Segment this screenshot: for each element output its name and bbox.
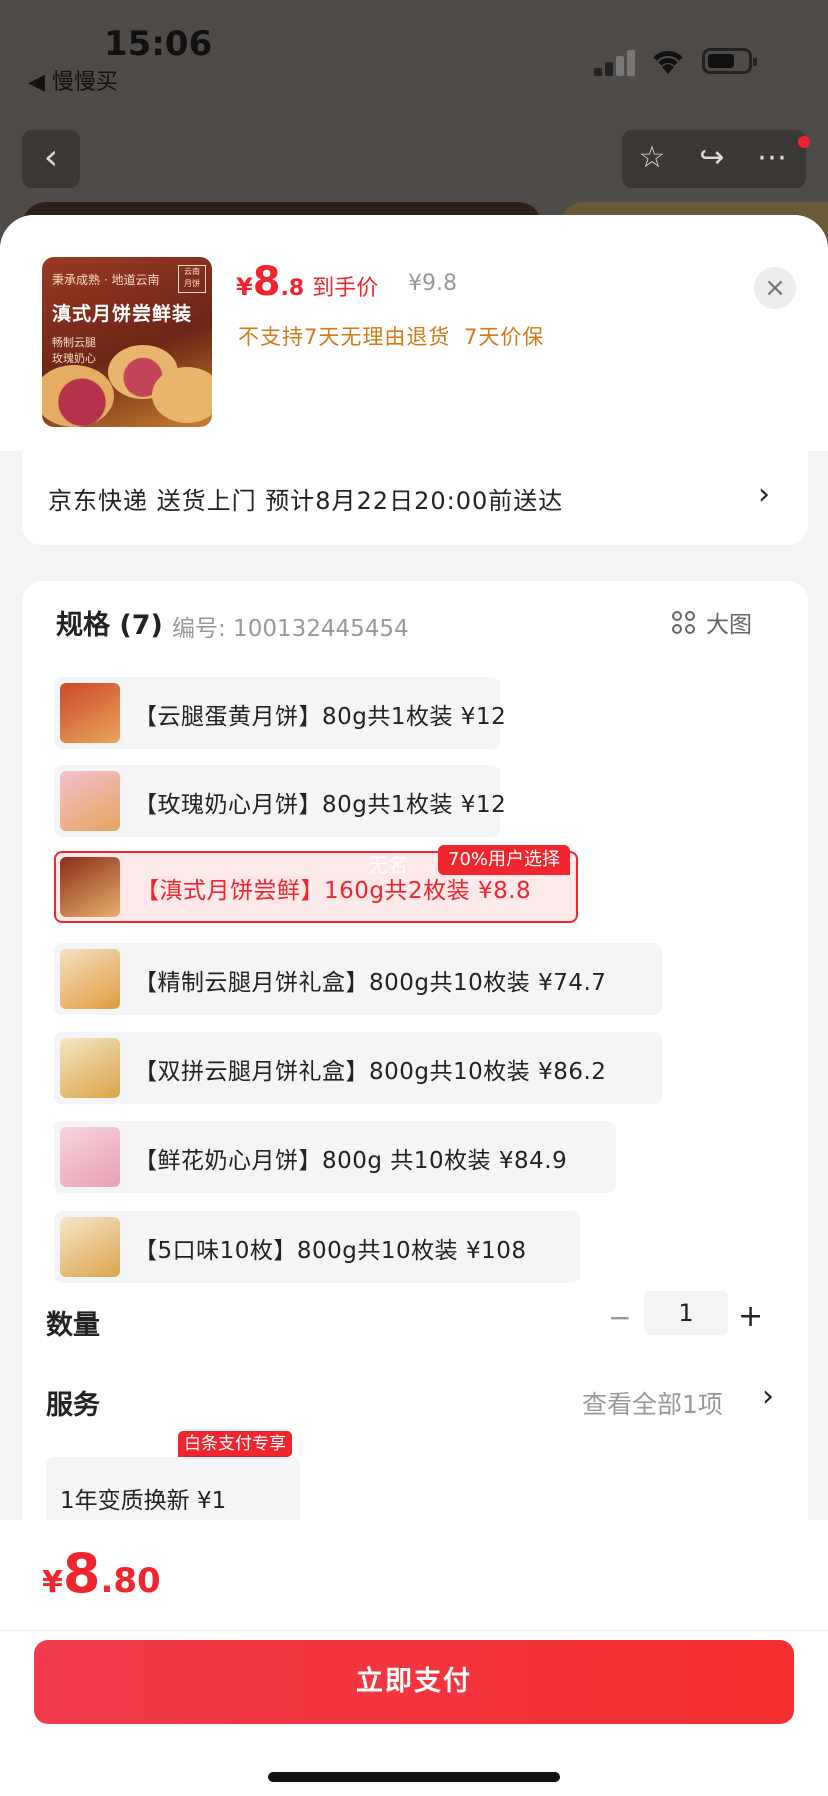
option-thumbnail	[60, 1217, 120, 1277]
divider	[0, 1630, 828, 1631]
final-price: ¥8.8 到手价	[236, 259, 378, 305]
star-icon[interactable]: ☆	[632, 138, 672, 178]
thumb-subtitle: 畅制云腿 玫瑰奶心	[52, 336, 96, 365]
spec-option[interactable]: 【双拼云腿月饼礼盒】800g共10枚装 ¥86.2	[54, 1032, 662, 1104]
watermark: 无名	[368, 853, 408, 877]
nav-actions: ☆ ↪ ⋯	[622, 130, 806, 188]
original-price: ¥9.8	[408, 271, 457, 296]
spec-option[interactable]: 【玫瑰奶心月饼】80g共1枚装 ¥12	[54, 765, 506, 837]
close-button[interactable]: ×	[754, 267, 796, 309]
status-time: 15:06	[104, 24, 213, 64]
grid-icon	[672, 610, 698, 637]
quantity-decrease-button[interactable]: −	[608, 1301, 631, 1334]
service-label: 服务	[46, 1390, 100, 1421]
view-all-services-link[interactable]: 查看全部1项	[582, 1385, 723, 1421]
total-price: ¥8.80	[42, 1542, 161, 1605]
thumb-tagline: 秉承成熟 · 地道云南	[52, 273, 160, 287]
share-icon[interactable]: ↪	[692, 138, 732, 178]
option-thumbnail	[60, 683, 120, 743]
service-option-label: 1年变质换新 ¥1	[60, 1488, 227, 1514]
back-button[interactable]: ‹	[22, 130, 80, 188]
return-policy: 不支持7天无理由退货 7天价保	[238, 325, 545, 349]
checkout-footer: ¥8.80 立即支付	[0, 1520, 828, 1796]
option-label: 【滇式月饼尝鲜】160g共2枚装 ¥8.8	[136, 878, 532, 904]
product-thumbnail: 秉承成熟 · 地道云南 滇式月饼尝鲜装 畅制云腿 玫瑰奶心 云南 月饼	[42, 257, 212, 427]
quantity-input[interactable]: 1	[644, 1291, 728, 1335]
spec-option[interactable]: 【5口味10枚】800g共10枚装 ¥108	[54, 1211, 580, 1283]
option-label: 【5口味10枚】800g共10枚装 ¥108	[134, 1238, 527, 1264]
option-thumbnail	[60, 1127, 120, 1187]
option-thumbnail	[60, 771, 120, 831]
popular-badge: 70%用户选择	[438, 845, 571, 875]
brand-logo: 云南 月饼	[178, 265, 206, 293]
thumb-title: 滇式月饼尝鲜装	[52, 303, 193, 325]
option-label: 【云腿蛋黄月饼】80g共1枚装 ¥12	[134, 704, 507, 730]
spec-option[interactable]: 【云腿蛋黄月饼】80g共1枚装 ¥12	[54, 677, 506, 749]
service-badge: 白条支付专享	[178, 1431, 292, 1457]
price-decimal: .8	[280, 276, 305, 301]
option-thumbnail	[60, 857, 120, 917]
home-indicator	[268, 1772, 560, 1782]
back-to-app-link[interactable]: ◀ 慢慢买	[28, 64, 118, 96]
price-integer: 8	[252, 259, 281, 305]
status-bar: 15:06 ◀ 慢慢买	[0, 0, 828, 110]
product-code: 编号: 100132445454	[172, 616, 409, 642]
option-label: 【精制云腿月饼礼盒】800g共10枚装 ¥74.7	[134, 970, 607, 996]
shipping-row[interactable]: 京东快递 送货上门 预计8月22日20:00前送达 ›	[22, 451, 808, 545]
signal-icon	[594, 48, 638, 76]
quantity-increase-button[interactable]: +	[738, 1299, 763, 1334]
total-integer: 8	[62, 1542, 101, 1605]
option-label: 【双拼云腿月饼礼盒】800g共10枚装 ¥86.2	[134, 1059, 607, 1085]
spec-option[interactable]: 【鲜花奶心月饼】800g 共10枚装 ¥84.9	[54, 1121, 616, 1193]
currency-symbol: ¥	[42, 1565, 63, 1600]
quantity-label: 数量	[46, 1310, 100, 1341]
mooncake-image	[152, 367, 212, 423]
option-label: 【玫瑰奶心月饼】80g共1枚装 ¥12	[134, 792, 507, 818]
price-label: 到手价	[312, 276, 379, 301]
total-decimal: .80	[100, 1561, 161, 1601]
chevron-right-icon: ›	[758, 477, 770, 512]
big-image-label: 大图	[706, 612, 752, 638]
wifi-icon	[650, 44, 686, 76]
sku-selection-sheet: 秉承成熟 · 地道云南 滇式月饼尝鲜装 畅制云腿 玫瑰奶心 云南 月饼 ¥8.8 到…	[0, 215, 828, 1796]
mooncake-image	[42, 365, 114, 427]
notification-dot	[798, 136, 810, 148]
spec-title: 规格 (7)	[56, 610, 163, 641]
chevron-right-icon[interactable]: ›	[762, 1379, 774, 1414]
currency-symbol: ¥	[236, 273, 253, 301]
option-thumbnail	[60, 1038, 120, 1098]
pay-now-button[interactable]: 立即支付	[34, 1640, 794, 1724]
option-thumbnail	[60, 949, 120, 1009]
option-label: 【鲜花奶心月饼】800g 共10枚装 ¥84.9	[134, 1148, 568, 1174]
sheet-header: 秉承成熟 · 地道云南 滇式月饼尝鲜装 畅制云腿 玫瑰奶心 云南 月饼 ¥8.8 到…	[0, 215, 828, 451]
big-image-toggle[interactable]: 大图	[672, 605, 752, 639]
shipping-text: 京东快递 送货上门 预计8月22日20:00前送达	[48, 487, 564, 515]
spec-option[interactable]: 【精制云腿月饼礼盒】800g共10枚装 ¥74.7	[54, 943, 662, 1015]
battery-icon	[702, 48, 757, 74]
more-icon[interactable]: ⋯	[752, 138, 792, 178]
